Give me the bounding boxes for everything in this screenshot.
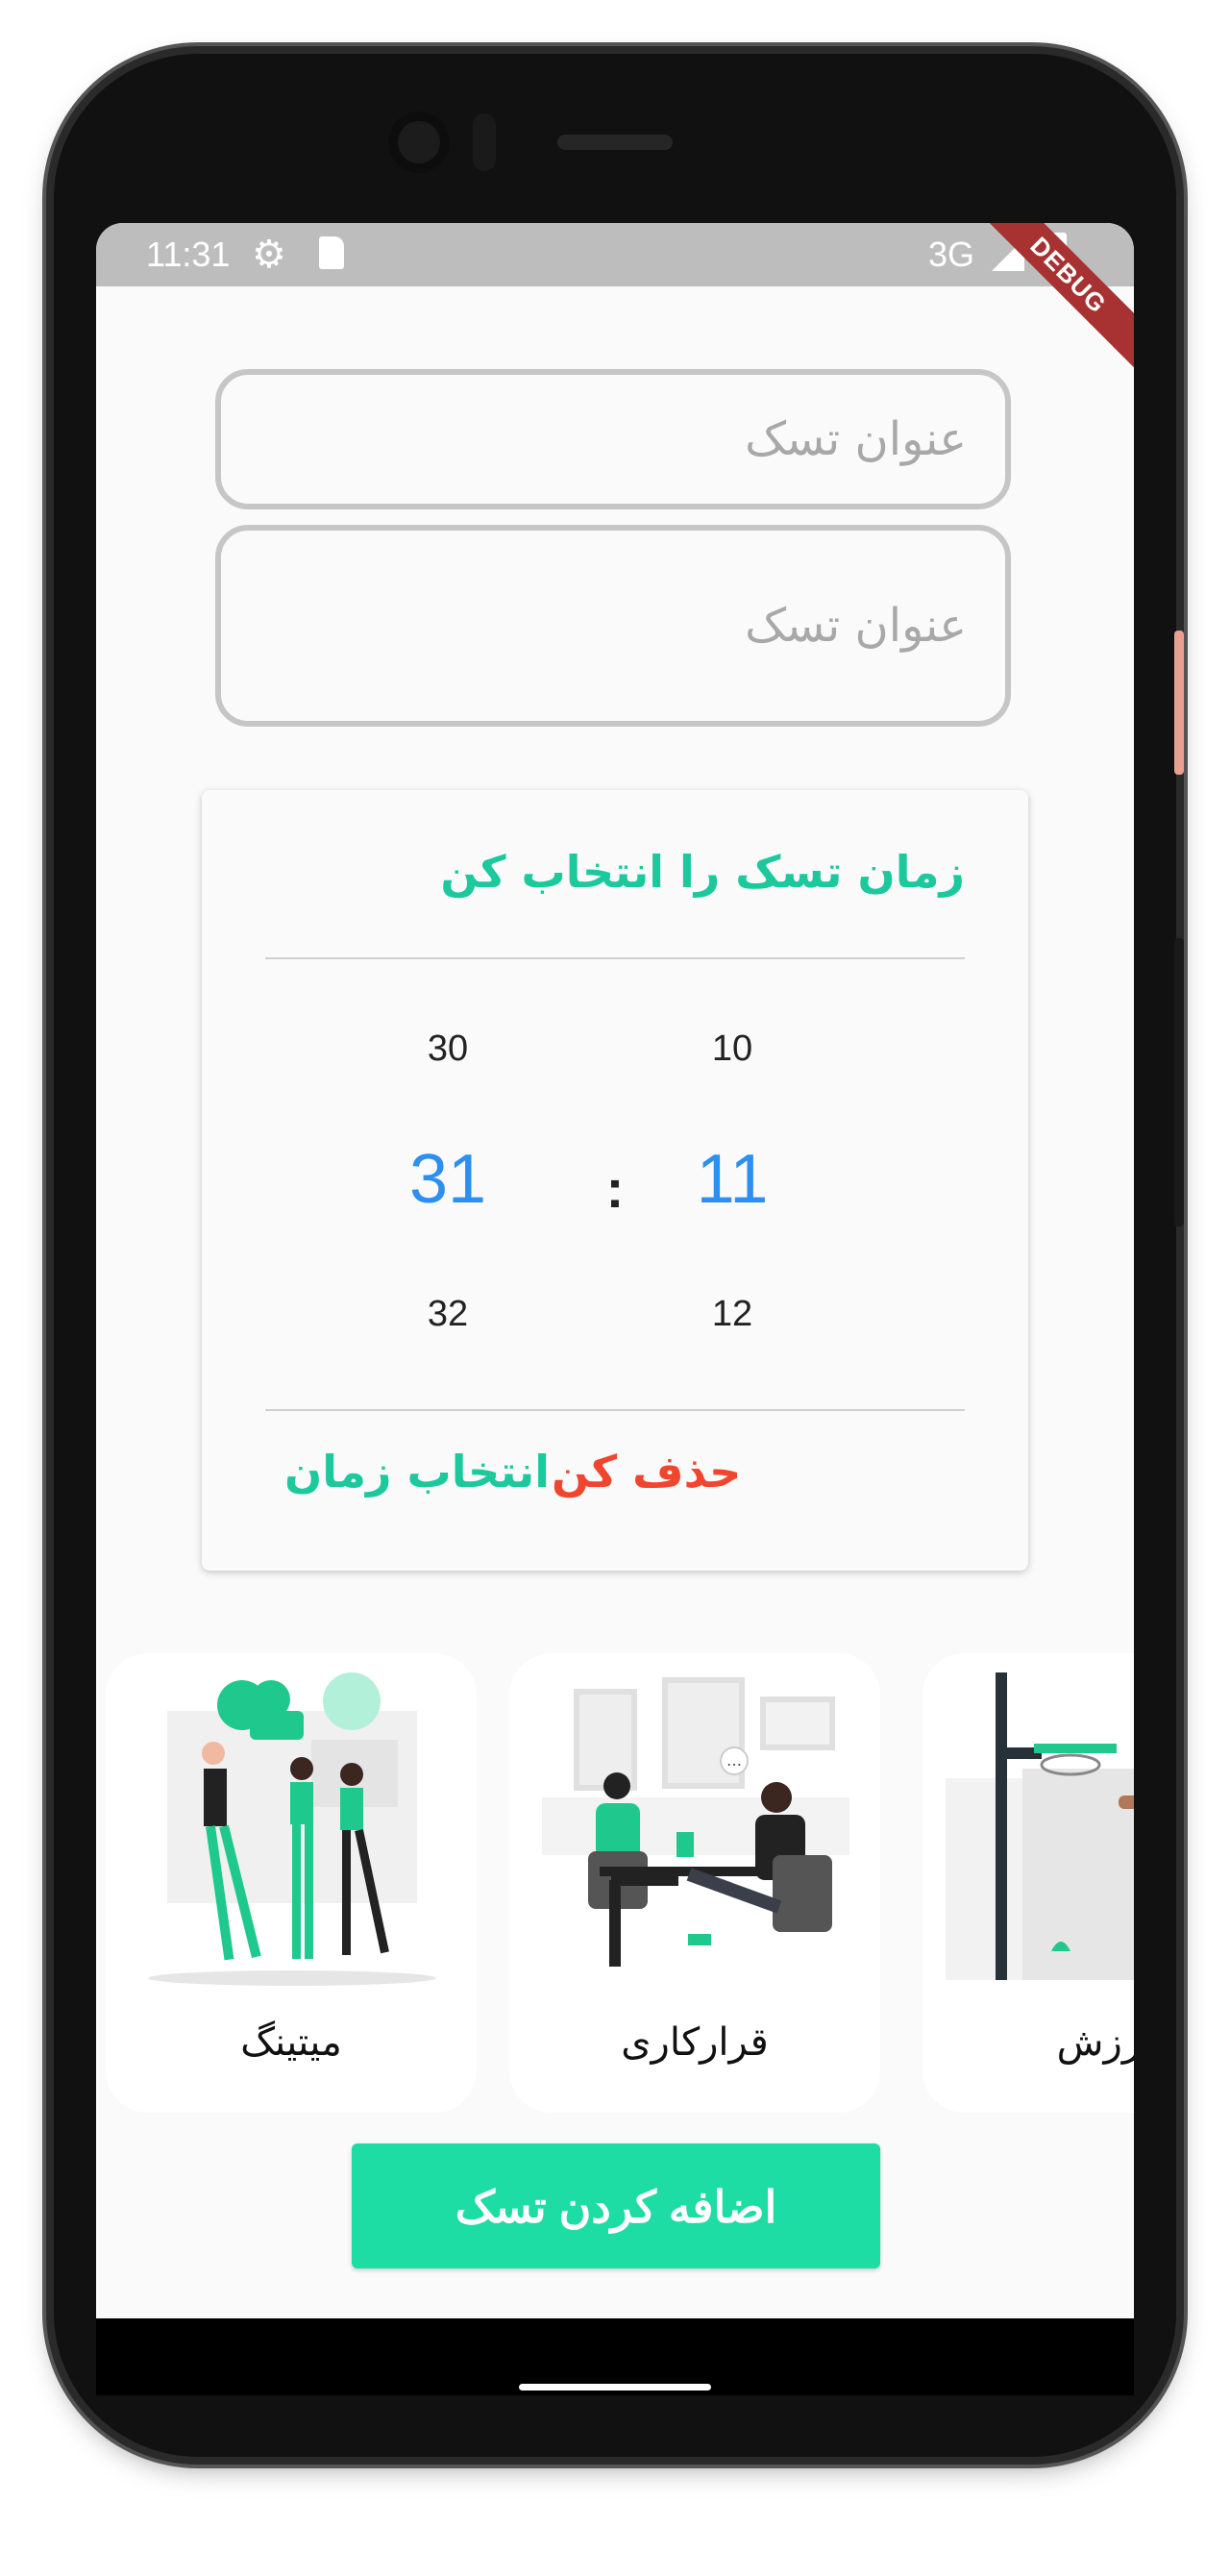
select-time-button[interactable]: انتخاب زمان	[284, 1446, 550, 1498]
task-description-placeholder: عنوان تسک	[745, 599, 967, 653]
task-title-input[interactable]: عنوان تسک	[215, 369, 1011, 509]
category-label-business: قرارکاری	[621, 2020, 769, 2065]
delete-button[interactable]: حذف کن	[552, 1446, 741, 1498]
volume-button	[1174, 631, 1184, 775]
divider-bottom	[265, 1409, 965, 1411]
network-type: 3G	[928, 235, 975, 274]
divider-top	[265, 957, 965, 959]
meeting-illustration-icon	[148, 1672, 436, 1986]
svg-text:…: …	[726, 1751, 742, 1770]
hour-below[interactable]: 12	[655, 1294, 809, 1335]
category-card-business[interactable]: … قرارکاری	[509, 1653, 880, 2113]
minute-above[interactable]: 30	[371, 1028, 525, 1070]
task-title-placeholder: عنوان تسک	[745, 412, 967, 466]
app-screen: 11:31 ⚙ 3G DEBUG عنوان تسک عنوان تسک زما…	[96, 223, 1134, 2318]
phone-frame: 11:31 ⚙ 3G DEBUG عنوان تسک عنوان تسک زما…	[54, 54, 1184, 2457]
business-meeting-illustration-icon: …	[542, 1677, 849, 1967]
hour-selected[interactable]: 11	[655, 1140, 809, 1219]
status-time: 11:31	[146, 235, 231, 274]
task-description-input[interactable]: عنوان تسک	[215, 525, 1011, 727]
status-bar: 11:31 ⚙ 3G	[96, 223, 1134, 286]
time-separator: :	[605, 1158, 625, 1219]
earpiece-speaker	[557, 135, 673, 150]
category-label-meeting: میتینگ	[240, 2020, 342, 2065]
front-camera	[388, 111, 450, 173]
hour-above[interactable]: 10	[655, 1028, 809, 1070]
gear-icon: ⚙	[252, 234, 286, 276]
proximity-sensor	[473, 113, 496, 171]
category-card-sport[interactable]: ورزش	[922, 1653, 1134, 2113]
time-picker-title: زمان تسک را انتخاب کن	[440, 846, 965, 898]
minute-below[interactable]: 32	[371, 1294, 525, 1335]
category-card-meeting[interactable]: میتینگ	[106, 1653, 477, 2113]
sd-card-icon	[319, 236, 344, 269]
time-picker-dialog: زمان تسک را انتخاب کن 30 31 32 : 10 11 1…	[202, 790, 1028, 1571]
minute-selected[interactable]: 31	[371, 1140, 525, 1219]
add-task-button[interactable]: اضافه کردن تسک	[352, 2143, 880, 2268]
sport-basketball-illustration-icon	[946, 1672, 1134, 1980]
home-indicator[interactable]	[519, 2384, 711, 2390]
category-label-sport: ورزش	[1056, 2020, 1134, 2065]
power-button	[1174, 938, 1184, 1226]
